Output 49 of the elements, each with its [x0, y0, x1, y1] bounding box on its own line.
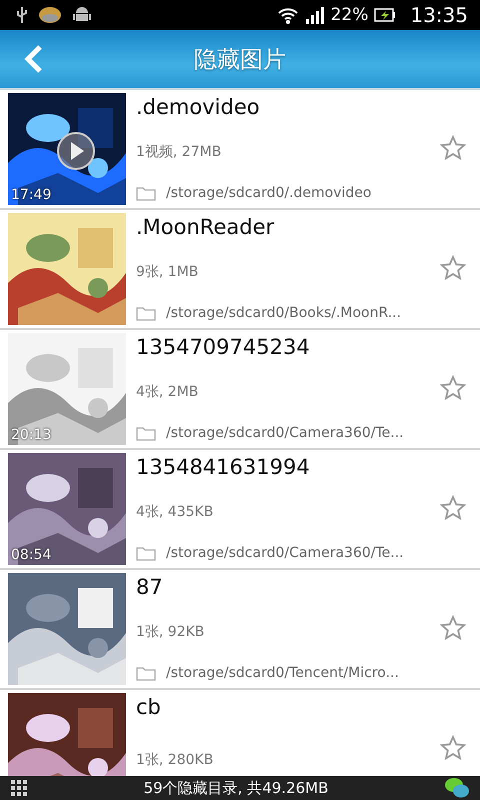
- folder-name: .MoonReader: [136, 215, 276, 239]
- app-icon: [38, 6, 62, 24]
- folder-details: 1张, 92KB: [136, 623, 206, 641]
- screen-title: 隐藏图片: [194, 46, 286, 74]
- timestamp: 17:49: [11, 187, 52, 203]
- star-icon: [440, 734, 466, 760]
- folder-icon: [136, 426, 156, 440]
- folder-name: 1354709745234: [136, 335, 311, 359]
- signal-icon: [304, 6, 325, 24]
- folder-details: 4张, 435KB: [136, 503, 214, 521]
- play-icon[interactable]: [56, 131, 96, 171]
- clock: 13:35: [410, 3, 468, 27]
- battery-percentage: 22%: [330, 5, 368, 25]
- folder-item[interactable]: 87 1张, 92KB /storage/sdcard0/Tencent/Micro...: [0, 570, 480, 690]
- timestamp: 08:54: [11, 547, 52, 563]
- usb-icon: [16, 6, 28, 24]
- folder-name: cb: [136, 695, 162, 719]
- folder-icon: [136, 546, 156, 560]
- star-icon: [440, 134, 466, 160]
- folder-item[interactable]: 20:13 1354709745234 4张, 2MB /storage/sdcard0/Camera360/Te...: [0, 330, 480, 450]
- summary-text: 59个隐藏目录, 共49.26MB: [144, 778, 328, 798]
- folder-path: /storage/sdcard0/Camera360/Te...: [166, 425, 404, 441]
- star-icon: [440, 614, 466, 640]
- folder-icon: [136, 666, 156, 680]
- folder-path: /storage/sdcard0/Books/.MoonR...: [166, 305, 402, 321]
- folder-icon: [136, 306, 156, 320]
- folder-item[interactable]: 17:49 .demovideo 1视频, 27MB /storage/sdcard0/.demovideo: [0, 90, 480, 210]
- folder-name: 87: [136, 575, 164, 599]
- folder-item[interactable]: 08:54 1354841631994 4张, 435KB /storage/sdcard0/Camera360/Te...: [0, 450, 480, 570]
- folder-path: /storage/sdcard0/.demovideo: [166, 185, 372, 201]
- star-icon: [440, 254, 466, 280]
- wifi-icon: [276, 6, 299, 24]
- folder-name: .demovideo: [136, 95, 261, 119]
- star-icon: [440, 494, 466, 520]
- battery-icon: [374, 7, 396, 23]
- folder-details: 1张, 280KB: [136, 751, 214, 769]
- folder-path: /storage/sdcard0/Camera360/Te...: [166, 545, 404, 561]
- folder-icon: [136, 186, 156, 200]
- back-icon: [24, 44, 44, 74]
- star-icon: [440, 374, 466, 400]
- grid-icon[interactable]: [10, 779, 28, 797]
- chat-icon[interactable]: [444, 776, 470, 800]
- folder-details: 4张, 2MB: [136, 383, 200, 401]
- timestamp: 20:13: [11, 427, 52, 443]
- folder-details: 9张, 1MB: [136, 263, 200, 281]
- folder-name: 1354841631994: [136, 455, 311, 479]
- folder-details: 1视频, 27MB: [136, 143, 222, 161]
- folder-path: /storage/sdcard0/Tencent/Micro...: [166, 665, 399, 681]
- folder-item[interactable]: .MoonReader 9张, 1MB /storage/sdcard0/Books/.MoonR...: [0, 210, 480, 330]
